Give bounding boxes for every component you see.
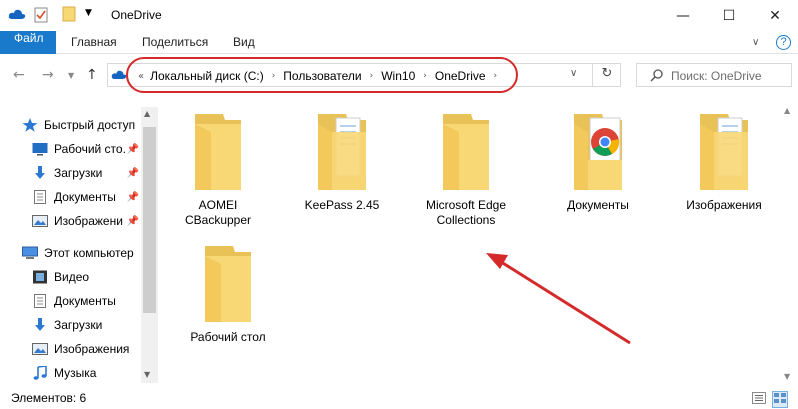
file-item[interactable]: Документы (538, 112, 658, 213)
document-icon (32, 294, 48, 308)
pictures-icon (32, 214, 48, 228)
scroll-down-icon[interactable]: ▼ (144, 370, 150, 379)
customize-toolbar-icon[interactable]: ▼ (85, 8, 92, 18)
up-arrow-icon[interactable]: ↑ (86, 67, 98, 83)
file-name: Изображения (686, 198, 762, 212)
sidebar-item-pictures[interactable]: Изображени 📌 (32, 209, 141, 233)
annotation-arrow-icon (486, 253, 631, 345)
navigation-pane: Быстрый доступ Рабочий сто. 📌 Загрузки 📌… (0, 107, 158, 383)
close-button[interactable]: ✕ (752, 0, 798, 31)
sidebar-item-label: Загрузки (54, 318, 103, 332)
large-icons-view-icon[interactable] (772, 391, 788, 408)
file-item[interactable]: Изображения (664, 112, 784, 213)
search-placeholder: Поиск: OneDrive (671, 69, 762, 83)
video-icon (32, 270, 48, 284)
scroll-down-icon[interactable]: ▼ (784, 372, 790, 381)
title-bar: ▼ OneDrive — ☐ ✕ (0, 0, 798, 31)
sidebar-item-video[interactable]: Видео (32, 265, 141, 289)
sidebar-item-label: Музыка (54, 366, 97, 380)
content-scrollbar[interactable]: ▲ ▼ (781, 104, 798, 384)
sidebar-scrollbar[interactable]: ▲ ▼ (141, 107, 158, 383)
folder-pictures-icon (700, 114, 748, 190)
sidebar-item-pictures-pc[interactable]: Изображения (32, 337, 141, 361)
search-icon (650, 68, 664, 85)
item-count: Элементов: 6 (11, 391, 87, 405)
sidebar-item-desktop[interactable]: Рабочий сто. 📌 (32, 137, 141, 161)
tab-view[interactable]: Вид (233, 31, 255, 54)
sidebar-item-music[interactable]: Музыка (32, 361, 141, 385)
sidebar-item-documents[interactable]: Документы 📌 (32, 185, 141, 209)
back-arrow-icon[interactable]: ← (13, 67, 25, 83)
sidebar-item-label: Загрузки (54, 166, 103, 180)
music-icon (32, 365, 48, 380)
star-icon (22, 118, 38, 132)
file-item[interactable]: AOMEI CBackupper (158, 112, 278, 228)
tab-file[interactable]: Файл (0, 31, 56, 54)
sidebar-item-label: Быстрый доступ (44, 118, 136, 132)
refresh-icon[interactable]: ↻ (592, 63, 621, 87)
tab-share[interactable]: Поделиться (142, 31, 208, 54)
ribbon: Файл Главная Поделиться Вид ∨ ? (0, 31, 798, 54)
file-item[interactable]: Microsoft Edge Collections (406, 112, 526, 228)
onedrive-app-icon (8, 8, 26, 20)
sidebar-item-label: Этот компьютер (44, 246, 134, 260)
scroll-up-icon[interactable]: ▲ (144, 109, 150, 118)
sidebar-item-downloads[interactable]: Загрузки 📌 (32, 161, 141, 185)
download-icon (32, 318, 48, 332)
download-icon (32, 166, 48, 180)
annotation-oval (126, 57, 518, 93)
file-name: Microsoft Edge (425, 198, 507, 212)
pin-icon: 📌 (126, 143, 139, 155)
file-item[interactable]: KeePass 2.45 (282, 112, 402, 213)
properties-icon[interactable] (34, 7, 48, 23)
sidebar-item-label: Документы (54, 190, 116, 204)
sidebar-item-label: Изображения (54, 342, 130, 356)
address-dropdown-icon[interactable]: ∨ (570, 68, 577, 79)
window-title: OneDrive (111, 8, 162, 22)
sidebar-item-label: Документы (54, 294, 116, 308)
file-name: KeePass 2.45 (304, 198, 380, 212)
folder-icon (443, 114, 489, 190)
details-view-icon[interactable] (752, 392, 766, 407)
pin-icon: 📌 (126, 167, 139, 179)
folder-chrome-icon (574, 114, 622, 190)
maximize-button[interactable]: ☐ (706, 0, 752, 31)
forward-arrow-icon[interactable]: → (42, 67, 54, 83)
file-name: Рабочий стол (190, 330, 266, 344)
expand-ribbon-icon[interactable]: ∨ (752, 31, 759, 54)
file-name: AOMEI (198, 198, 238, 212)
new-folder-icon[interactable] (62, 6, 76, 22)
file-name: Collections (436, 213, 496, 227)
file-name: CBackupper (184, 213, 252, 227)
document-icon (32, 190, 48, 204)
help-icon[interactable]: ? (776, 35, 791, 50)
pin-icon: 📌 (126, 215, 139, 227)
folder-icon (205, 246, 251, 322)
desktop-icon (32, 142, 48, 156)
status-bar: Элементов: 6 (0, 388, 798, 409)
folder-documents-icon (318, 114, 366, 190)
pictures-icon (32, 342, 48, 356)
search-input[interactable]: Поиск: OneDrive (636, 63, 792, 87)
pin-icon: 📌 (126, 191, 139, 203)
sidebar-item-label: Изображени (54, 214, 123, 228)
recent-locations-icon[interactable]: ▼ (68, 71, 74, 80)
sidebar-item-label: Рабочий сто. (54, 142, 126, 156)
onedrive-location-icon (111, 69, 127, 83)
sidebar-item-label: Видео (54, 270, 90, 284)
scrollbar-thumb[interactable] (143, 127, 156, 313)
sidebar-item-downloads-pc[interactable]: Загрузки (32, 313, 141, 337)
file-name: Документы (567, 198, 629, 212)
folder-icon (195, 114, 241, 190)
tab-home[interactable]: Главная (71, 31, 117, 54)
file-item[interactable]: Рабочий стол (168, 244, 288, 345)
minimize-button[interactable]: — (660, 0, 706, 31)
computer-icon (22, 246, 38, 260)
sidebar-item-documents-pc[interactable]: Документы (32, 289, 141, 313)
scroll-up-icon[interactable]: ▲ (784, 106, 790, 115)
